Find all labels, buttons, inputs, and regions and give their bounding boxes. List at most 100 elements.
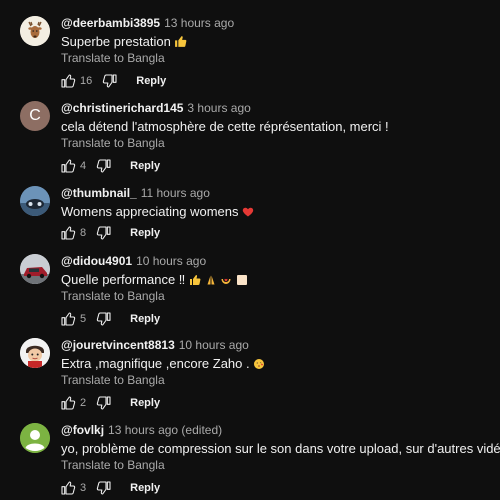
dislike-button[interactable] — [96, 311, 112, 327]
comment-time[interactable]: 13 hours ago — [164, 16, 234, 30]
avatar[interactable] — [20, 423, 50, 453]
translate-link[interactable]: Translate to Bangla — [61, 136, 165, 150]
comment-header: @deerbambi3895 13 hours ago — [61, 16, 234, 30]
like-button[interactable] — [60, 395, 76, 411]
avatar[interactable] — [20, 338, 50, 368]
thumbs-up-icon — [60, 311, 76, 327]
thumbs-down-icon — [102, 73, 118, 89]
thumbs-down-icon — [96, 225, 112, 241]
comment-time[interactable]: 13 hours ago (edited) — [108, 423, 222, 437]
dislike-button[interactable] — [96, 395, 112, 411]
folded-hands-emoji-icon — [205, 274, 217, 289]
like-count: 5 — [80, 313, 87, 325]
avatar[interactable] — [20, 254, 50, 284]
comment-item: @jouretvincent8813 10 hours ago Extra ,ma… — [0, 338, 500, 418]
car-avatar-icon — [20, 254, 50, 284]
reply-button[interactable]: Reply — [136, 75, 166, 87]
translate-link[interactable]: Translate to Bangla — [61, 51, 165, 65]
reply-button[interactable]: Reply — [130, 160, 160, 172]
thumbs-down-icon — [96, 395, 112, 411]
comment-text-content: Extra ,magnifique ,encore Zaho . — [61, 356, 250, 371]
comment-text-content: Superbe prestation — [61, 34, 171, 49]
comment-text: cela détend l'atmosphère de cette réprés… — [61, 119, 389, 134]
comment-actions: 8 Reply — [60, 223, 160, 243]
cartoon-avatar-icon — [20, 338, 50, 368]
comment-item: @deerbambi3895 13 hours ago Superbe prest… — [0, 16, 500, 96]
comment-actions: 3 Reply — [60, 478, 160, 498]
dislike-button[interactable] — [96, 158, 112, 174]
translate-link[interactable]: Translate to Bangla — [61, 373, 165, 387]
comment-time[interactable]: 10 hours ago — [179, 338, 249, 352]
reply-button[interactable]: Reply — [130, 397, 160, 409]
like-count: 2 — [80, 397, 87, 409]
like-count: 16 — [80, 75, 93, 87]
thumbs-down-icon — [96, 311, 112, 327]
comment-item: @didou4901 10 hours ago Quelle performanc… — [0, 254, 500, 334]
comment-text-content: cela détend l'atmosphère de cette réprés… — [61, 119, 389, 134]
comment-item: C @christinerichard145 3 hours ago cela d… — [0, 101, 500, 181]
like-button[interactable] — [60, 480, 76, 496]
comment-actions: 16 Reply — [60, 71, 166, 91]
comment-author[interactable]: @deerbambi3895 — [61, 16, 160, 30]
like-button[interactable] — [60, 73, 76, 89]
face-blowing-kiss-emoji-icon — [253, 358, 265, 373]
comment-header: @didou4901 10 hours ago — [61, 254, 206, 268]
thumbs-up-icon — [60, 395, 76, 411]
reply-button[interactable]: Reply — [130, 482, 160, 494]
translate-link[interactable]: Translate to Bangla — [61, 458, 165, 472]
comment-author[interactable]: @didou4901 — [61, 254, 132, 268]
thumbs-up-icon — [60, 158, 76, 174]
avatar[interactable] — [20, 186, 50, 216]
like-button[interactable] — [60, 158, 76, 174]
like-count: 4 — [80, 160, 87, 172]
like-count: 3 — [80, 482, 87, 494]
thumbs-up-icon — [60, 225, 76, 241]
reply-button[interactable]: Reply — [130, 313, 160, 325]
reply-button[interactable]: Reply — [130, 227, 160, 239]
comment-text: yo, problème de compression sur le son d… — [61, 441, 500, 456]
avatar-letter: C — [29, 107, 41, 124]
like-count: 8 — [80, 227, 87, 239]
deer-icon — [20, 16, 50, 46]
comment-text: Quelle performance ‼ — [61, 272, 248, 289]
thumbs-up-icon — [60, 480, 76, 496]
comment-text-content: Womens appreciating womens — [61, 204, 239, 219]
photo-avatar-icon — [20, 186, 50, 216]
light-square-emoji-icon — [236, 274, 248, 289]
comment-text: Extra ,magnifique ,encore Zaho . — [61, 356, 265, 373]
comment-time[interactable]: 11 hours ago — [141, 186, 210, 200]
comment-actions: 5 Reply — [60, 309, 160, 329]
comment-author[interactable]: @christinerichard145 — [61, 101, 183, 115]
comment-header: @christinerichard145 3 hours ago — [61, 101, 251, 115]
comment-actions: 2 Reply — [60, 393, 160, 413]
comment-time[interactable]: 3 hours ago — [187, 101, 250, 115]
dislike-button[interactable] — [96, 225, 112, 241]
comment-text-content: yo, problème de compression sur le son d… — [61, 441, 500, 456]
comment-item: @thumbnail_ 11 hours ago Womens appreciat… — [0, 186, 500, 251]
translate-link[interactable]: Translate to Bangla — [61, 289, 165, 303]
comment-time[interactable]: 10 hours ago — [136, 254, 206, 268]
red-heart-emoji-icon — [242, 206, 254, 221]
avatar[interactable]: C — [20, 101, 50, 131]
thumbs-up-emoji-icon — [189, 274, 201, 289]
comment-author[interactable]: @fovlkj — [61, 423, 104, 437]
thumbs-up-icon — [60, 73, 76, 89]
comment-item: @fovlkj 13 hours ago (edited) yo, problèm… — [0, 423, 500, 500]
comment-header: @jouretvincent8813 10 hours ago — [61, 338, 249, 352]
thumbs-up-emoji-icon — [174, 35, 187, 51]
default-user-icon — [20, 423, 50, 453]
comment-author[interactable]: @thumbnail_ — [61, 186, 137, 200]
comment-text: Womens appreciating womens — [61, 204, 254, 221]
comment-header: @thumbnail_ 11 hours ago — [61, 186, 210, 200]
dislike-button[interactable] — [96, 480, 112, 496]
comment-actions: 4 Reply — [60, 156, 160, 176]
like-button[interactable] — [60, 311, 76, 327]
dislike-button[interactable] — [102, 73, 118, 89]
comment-header: @fovlkj 13 hours ago (edited) — [61, 423, 222, 437]
comment-text: Superbe prestation — [61, 34, 187, 51]
like-button[interactable] — [60, 225, 76, 241]
comment-author[interactable]: @jouretvincent8813 — [61, 338, 175, 352]
heart-hands-emoji-icon — [220, 274, 232, 289]
avatar[interactable] — [20, 16, 50, 46]
thumbs-down-icon — [96, 480, 112, 496]
